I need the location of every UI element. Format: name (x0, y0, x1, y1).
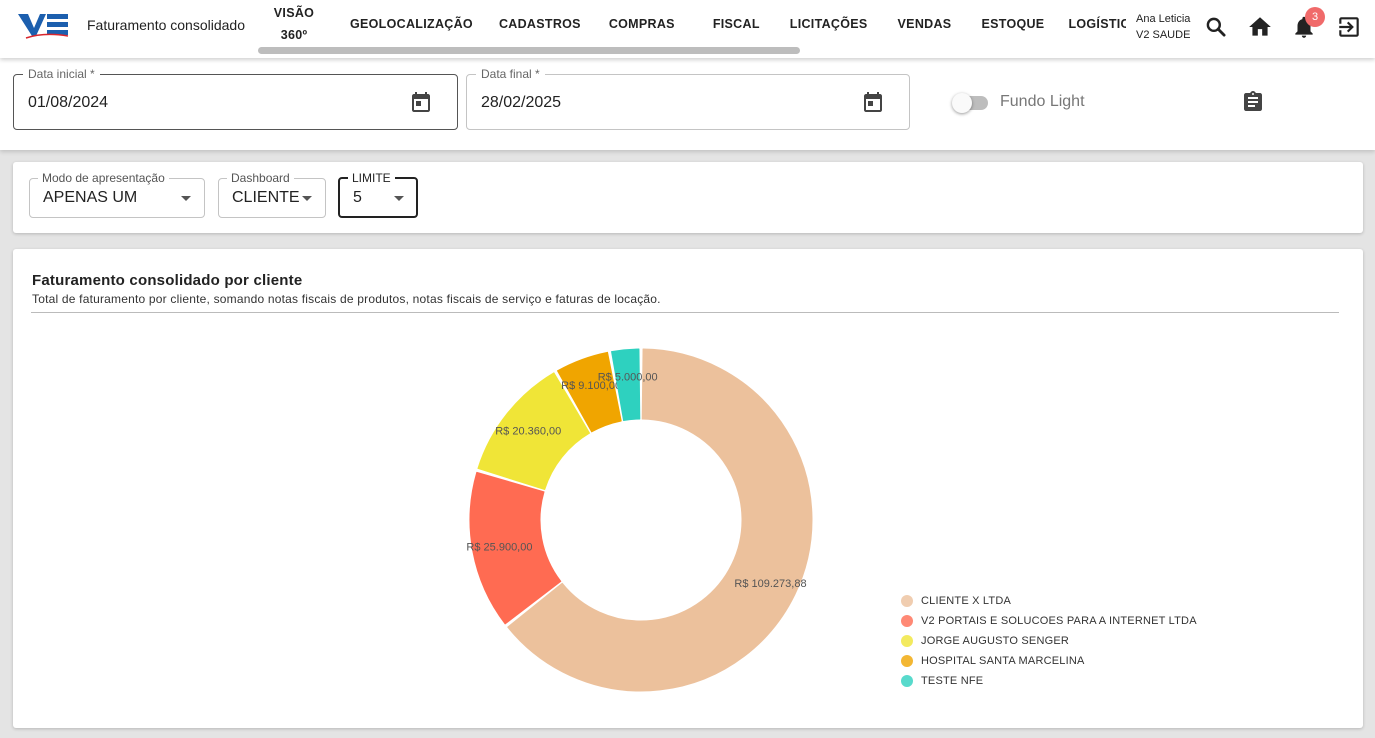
nav-item[interactable]: COMPRAS (601, 13, 683, 35)
options-card (13, 162, 1363, 233)
nav-item[interactable]: FISCAL (705, 13, 768, 35)
nav-item-label: LICITAÇÕES (789, 17, 868, 31)
legend-label: JORGE AUGUSTO SENGER (921, 635, 1070, 647)
slice-value-label: R$ 25.900,00 (466, 542, 532, 554)
limit-value[interactable]: 5 (353, 189, 362, 207)
end-date-value[interactable]: 28/02/2025 (481, 94, 561, 112)
nav-item-label: VISÃO (273, 6, 315, 20)
nav-item[interactable]: ESTOQUE (973, 13, 1052, 35)
end-date-label: Data final * (476, 67, 545, 81)
presentation-mode-value[interactable]: APENAS UM (43, 189, 137, 207)
presentation-mode-label: Modo de apresentação (38, 171, 169, 185)
start-date-value[interactable]: 01/08/2024 (28, 94, 108, 112)
legend-dot (901, 615, 913, 627)
notification-badge[interactable]: 3 (1305, 7, 1325, 27)
nav-item-label: LOGÍSTICA (1068, 17, 1126, 31)
legend-item[interactable]: HOSPITAL SANTA MARCELINA (901, 651, 1197, 671)
light-background-label: Fundo Light (1000, 93, 1085, 110)
legend-item[interactable]: CLIENTE X LTDA (901, 591, 1197, 611)
legend-dot (901, 635, 913, 647)
nav-item[interactable]: GEOLOCALIZAÇÃO (342, 13, 481, 35)
logout-icon[interactable] (1336, 14, 1362, 40)
dashboard-select[interactable]: Dashboard CLIENTE (218, 171, 326, 218)
slice-value-label: R$ 20.360,00 (495, 425, 561, 437)
nav-item-label: CADASTROS (498, 17, 581, 31)
nav-item[interactable]: CADASTROS (491, 13, 589, 35)
dashboard-value[interactable]: CLIENTE (232, 189, 300, 207)
nav-item[interactable]: VISÃO 360º (258, 2, 330, 46)
legend-item[interactable]: V2 PORTAIS E SOLUCOES PARA A INTERNET LT… (901, 611, 1197, 631)
legend-label: HOSPITAL SANTA MARCELINA (921, 655, 1085, 667)
limit-select[interactable]: LIMITE 5 (338, 171, 418, 218)
light-background-toggle[interactable] (952, 93, 988, 113)
nav-scrollbar-thumb[interactable] (258, 47, 800, 54)
main-nav: VISÃO 360º GEOLOCALIZAÇÃO CADASTROS COMPRAS F… (258, 0, 1126, 58)
chart-divider (31, 312, 1339, 313)
nav-item-label: FISCAL (712, 17, 760, 31)
chart-legend: CLIENTE X LTDA V2 PORTAIS E SOLUCOES PARA… (901, 591, 1197, 691)
start-date-field[interactable]: Data inicial * 01/08/2024 (13, 67, 458, 130)
nav-item-label: VENDAS (897, 17, 952, 31)
legend-dot (901, 675, 913, 687)
dashboard-label: Dashboard (227, 171, 294, 185)
nav-item-label: 360º (280, 28, 308, 42)
legend-dot (901, 655, 913, 667)
nav-item-label: COMPRAS (608, 17, 675, 31)
end-date-field[interactable]: Data final * 28/02/2025 (466, 67, 910, 130)
legend-item[interactable]: TESTE NFE (901, 671, 1197, 691)
calendar-icon[interactable] (409, 90, 433, 114)
legend-dot (901, 595, 913, 607)
clipboard-icon[interactable] (1241, 90, 1265, 114)
nav-item[interactable]: LOGÍSTICA (1060, 13, 1126, 35)
legend-label: CLIENTE X LTDA (921, 595, 1012, 607)
top-app-bar: Faturamento consolidado VISÃO 360º GEOLOCA… (0, 0, 1375, 58)
chart-title: Faturamento consolidado por cliente (32, 272, 303, 289)
chevron-down-icon[interactable] (394, 196, 404, 201)
user-info[interactable]: Ana Leticia V2 SAUDE (1136, 11, 1190, 43)
chart-subtitle: Total de faturamento por cliente, somand… (32, 292, 661, 306)
chevron-down-icon[interactable] (302, 196, 312, 201)
search-icon[interactable] (1203, 14, 1229, 40)
toggle-knob[interactable] (952, 93, 972, 113)
nav-item[interactable]: LICITAÇÕES (782, 13, 876, 35)
legend-item[interactable]: JORGE AUGUSTO SENGER (901, 631, 1197, 651)
donut-chart[interactable]: R$ 109.273,88 R$ 25.900,00 R$ 20.360,00 R$ … (430, 320, 860, 720)
v2-saude-logo[interactable] (16, 10, 70, 42)
legend-label: TESTE NFE (921, 675, 984, 687)
slice-value-label: R$ 5.000,00 (598, 372, 658, 384)
home-icon[interactable] (1247, 14, 1273, 40)
app-title: Faturamento consolidado (87, 17, 245, 33)
user-name: Ana Leticia (1136, 13, 1191, 25)
calendar-icon[interactable] (861, 90, 885, 114)
presentation-mode-select[interactable]: Modo de apresentação APENAS UM (29, 171, 205, 218)
limit-label: LIMITE (348, 171, 395, 185)
chevron-down-icon[interactable] (181, 196, 191, 201)
slice-value-label: R$ 109.273,88 (734, 578, 806, 590)
nav-scrollbar[interactable] (258, 46, 1126, 54)
nav-item-label: GEOLOCALIZAÇÃO (350, 17, 473, 31)
nav-item-label: ESTOQUE (981, 17, 1045, 31)
legend-label: V2 PORTAIS E SOLUCOES PARA A INTERNET LT… (921, 615, 1197, 627)
user-org: V2 SAUDE (1136, 29, 1191, 41)
start-date-label: Data inicial * (23, 67, 100, 81)
nav-item[interactable]: VENDAS (890, 13, 960, 35)
